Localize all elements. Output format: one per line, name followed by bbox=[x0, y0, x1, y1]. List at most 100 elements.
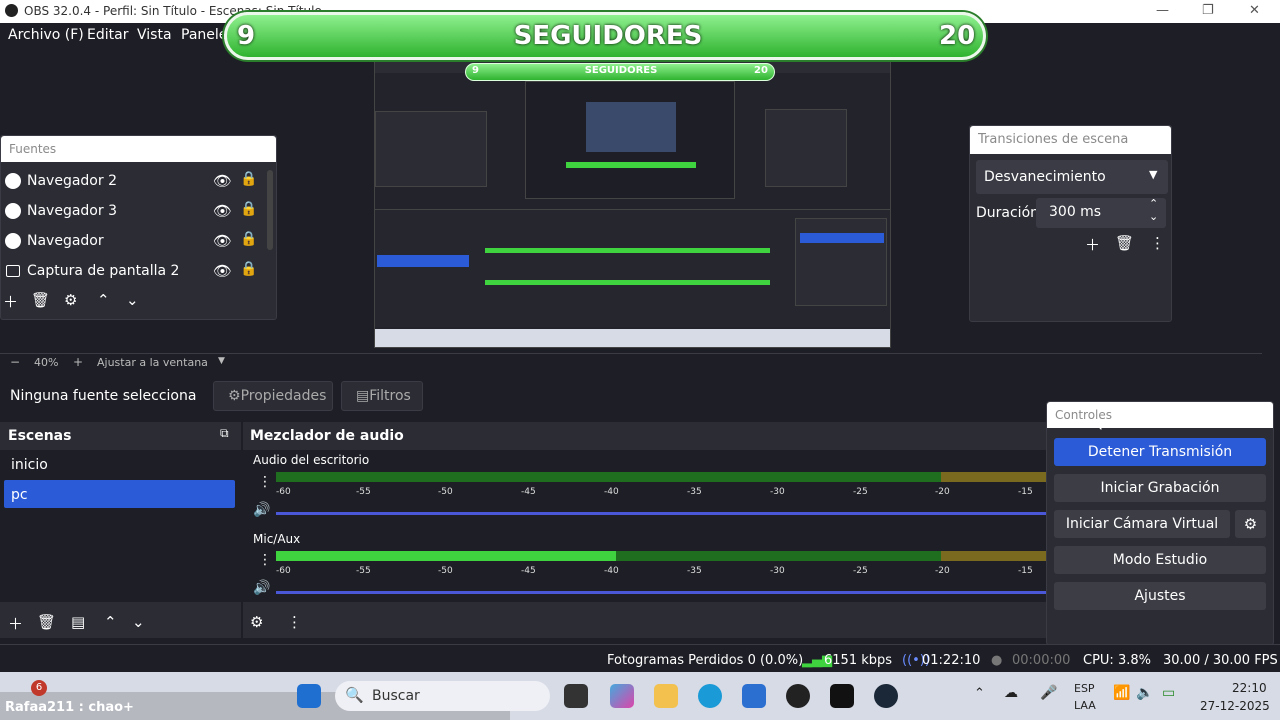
maximize-button[interactable]: ❐ bbox=[1202, 3, 1214, 18]
menu-view[interactable]: Vista bbox=[137, 27, 172, 43]
remove-source-button[interactable]: 🗑 bbox=[31, 291, 50, 309]
scene-filters-button[interactable]: ▤ bbox=[71, 613, 85, 631]
scene-down-button[interactable]: ⌄ bbox=[132, 613, 145, 631]
clock-time[interactable]: 22:10 bbox=[1232, 681, 1267, 695]
source-item[interactable]: Captura de pantalla 2 👁 🔒 bbox=[1, 257, 277, 287]
advanced-audio-button[interactable]: ⚙ bbox=[250, 613, 263, 631]
sources-title: Fuentes bbox=[1, 136, 276, 162]
source-item[interactable]: Navegador 👁 🔒 bbox=[1, 227, 277, 257]
lock-icon[interactable]: 🔒 bbox=[240, 171, 257, 187]
chevron-down-icon: ▼ bbox=[1149, 168, 1158, 181]
preview-sources-dock bbox=[375, 111, 487, 187]
start-recording-button[interactable]: Iniciar Grabación bbox=[1054, 474, 1266, 502]
properties-label: Propiedades bbox=[240, 388, 327, 404]
move-up-button[interactable]: ⌃ bbox=[97, 291, 110, 309]
track-menu-icon[interactable]: ⋮ bbox=[258, 474, 272, 490]
source-item[interactable]: Navegador 3 👁 🔒 bbox=[1, 197, 277, 227]
meter-ticks: -60 -55 -50 -45 -40 -35 -30 -25 -20 -15 bbox=[276, 487, 1046, 499]
task-view-icon[interactable] bbox=[564, 684, 588, 708]
add-source-button[interactable]: ＋ bbox=[3, 291, 18, 312]
cloud-icon[interactable]: ☁ bbox=[1004, 685, 1018, 701]
filters-label: Filtros bbox=[369, 388, 411, 404]
obs-taskbar-icon[interactable] bbox=[786, 684, 810, 708]
eye-icon[interactable]: 👁 bbox=[213, 202, 232, 220]
volume-slider[interactable] bbox=[276, 591, 1046, 594]
language-top[interactable]: ESP bbox=[1074, 682, 1095, 695]
properties-button[interactable]: ⚙Propiedades bbox=[213, 381, 333, 411]
speaker-icon[interactable]: 🔊 bbox=[253, 580, 270, 596]
chevron-up-icon[interactable]: ⌃ bbox=[974, 686, 985, 701]
copilot-icon[interactable] bbox=[610, 684, 634, 708]
dropped-frames: Fotogramas Perdidos 0 (0.0%) bbox=[607, 653, 804, 668]
source-item[interactable]: Navegador 2 👁 🔒 bbox=[1, 167, 277, 197]
globe-icon bbox=[5, 173, 21, 189]
eye-icon[interactable]: 👁 bbox=[213, 232, 232, 250]
tick-label: -15 bbox=[1018, 487, 1033, 497]
speaker-icon[interactable]: 🔊 bbox=[253, 502, 270, 518]
eye-icon[interactable]: 👁 bbox=[213, 172, 232, 190]
menu-file[interactable]: Archivo (F) bbox=[8, 27, 84, 43]
close-button[interactable]: ✕ bbox=[1249, 3, 1260, 18]
settings-button[interactable]: Ajustes bbox=[1054, 582, 1266, 610]
store-icon[interactable] bbox=[742, 684, 766, 708]
volume-icon[interactable]: 🔈 bbox=[1136, 685, 1153, 701]
duration-spinbox[interactable]: 300 ms ⌃ ⌄ bbox=[1036, 197, 1166, 228]
eye-icon[interactable]: 👁 bbox=[213, 262, 232, 280]
fit-to-window-button[interactable]: Ajustar a la ventana bbox=[97, 356, 208, 369]
filters-button[interactable]: ▤Filtros bbox=[341, 381, 423, 411]
tick-label: -25 bbox=[853, 487, 868, 497]
transitions-title: Transiciones de escena bbox=[970, 126, 1171, 154]
preview-meter-2 bbox=[485, 280, 770, 285]
tick-label: -30 bbox=[770, 487, 785, 497]
scenes-title: Escenas bbox=[8, 428, 72, 444]
scene-up-button[interactable]: ⌃ bbox=[104, 613, 117, 631]
stop-stream-button[interactable]: Detener Transmisión bbox=[1054, 438, 1266, 466]
lock-icon[interactable]: 🔒 bbox=[240, 231, 257, 247]
volume-slider[interactable] bbox=[276, 512, 1046, 515]
mouse-cursor-icon: ↖ bbox=[1092, 418, 1104, 434]
preview-banner: 9 SEGUIDORES 20 bbox=[465, 63, 775, 81]
scene-item-selected[interactable]: pc bbox=[4, 480, 235, 508]
virtual-camera-settings-button[interactable]: ⚙ bbox=[1235, 510, 1266, 538]
track-menu-icon[interactable]: ⋮ bbox=[258, 552, 272, 568]
remove-transition-button[interactable]: 🗑 bbox=[1115, 234, 1134, 252]
mixer-menu-button[interactable]: ⋮ bbox=[287, 613, 302, 631]
taskbar-search[interactable]: 🔍 Buscar bbox=[335, 681, 550, 711]
chevron-down-icon[interactable]: ▼ bbox=[218, 356, 225, 366]
edge-icon[interactable] bbox=[698, 684, 722, 708]
steam-icon[interactable] bbox=[874, 684, 898, 708]
studio-mode-button[interactable]: Modo Estudio bbox=[1054, 546, 1266, 574]
epic-games-icon[interactable] bbox=[830, 684, 854, 708]
remove-scene-button[interactable]: 🗑 bbox=[37, 613, 56, 631]
add-transition-button[interactable]: ＋ bbox=[1085, 234, 1100, 255]
stream-time: 01:22:10 bbox=[922, 653, 981, 668]
fps: 30.00 / 30.00 FPS bbox=[1163, 653, 1278, 668]
move-down-button[interactable]: ⌄ bbox=[126, 291, 139, 309]
language-bottom[interactable]: LAA bbox=[1074, 699, 1096, 712]
lock-icon[interactable]: 🔒 bbox=[240, 261, 257, 277]
spin-up-icon[interactable]: ⌃ bbox=[1149, 197, 1158, 210]
transition-menu-button[interactable]: ⋮ bbox=[1150, 234, 1165, 252]
menu-edit[interactable]: Editar bbox=[87, 27, 128, 43]
tick-label: -50 bbox=[438, 566, 453, 576]
microphone-icon[interactable]: 🎤 bbox=[1040, 685, 1057, 701]
zoom-in-button[interactable]: + bbox=[73, 355, 83, 369]
zoom-out-button[interactable]: − bbox=[10, 355, 20, 369]
minimize-button[interactable]: — bbox=[1156, 3, 1169, 18]
lock-icon[interactable]: 🔒 bbox=[240, 201, 257, 217]
clock-date[interactable]: 27-12-2025 bbox=[1200, 699, 1270, 713]
transition-select[interactable]: Desvanecimiento ▼ bbox=[976, 160, 1168, 194]
start-virtual-camera-button[interactable]: Iniciar Cámara Virtual bbox=[1054, 510, 1230, 538]
scene-item[interactable]: inicio bbox=[4, 450, 235, 478]
preview-canvas[interactable]: 9 SEGUIDORES 20 bbox=[374, 58, 891, 348]
source-settings-button[interactable]: ⚙ bbox=[64, 291, 77, 309]
battery-icon[interactable]: ▭ bbox=[1162, 685, 1175, 701]
wifi-icon[interactable]: 📶 bbox=[1113, 685, 1130, 701]
add-scene-button[interactable]: ＋ bbox=[8, 613, 23, 634]
windows-start-icon[interactable] bbox=[297, 684, 321, 708]
sources-scrollbar[interactable] bbox=[267, 170, 273, 250]
file-explorer-icon[interactable] bbox=[654, 684, 678, 708]
spin-down-icon[interactable]: ⌄ bbox=[1149, 210, 1158, 223]
notification-badge: 6 bbox=[31, 680, 47, 696]
undock-icon[interactable]: ⧉ bbox=[220, 426, 229, 441]
